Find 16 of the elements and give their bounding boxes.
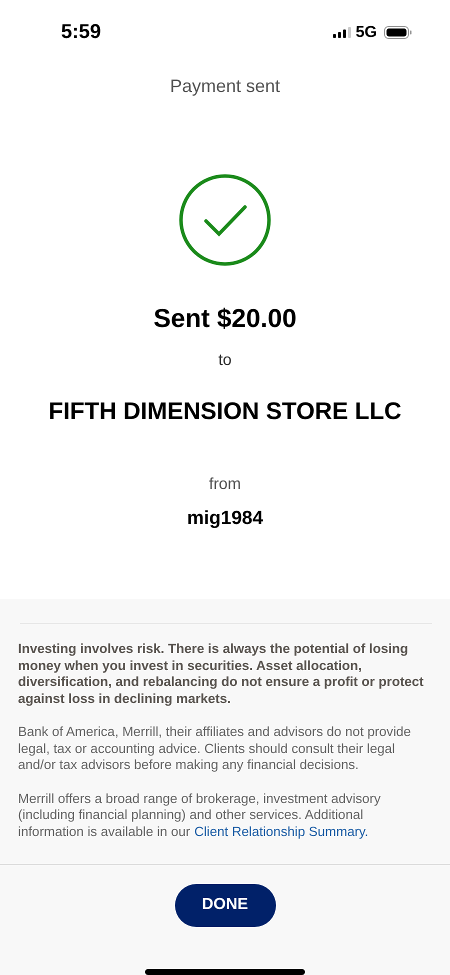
disclosure-text: Bank of America, Merrill, their affiliates and advisors do not provide legal, tax or accounting advice. Clients should consult their legal and/or tax advisors before making any financial decisions. — [18, 724, 412, 774]
summary-link[interactable]: Client Relationship Summary. — [194, 824, 368, 839]
disclosure-text: Investing involves risk. There is always the potential of losing money when you invest in securities. Asset allocation, diversification, and rebalancing do not ensure a profit or protect against loss in declining markets. — [18, 641, 425, 708]
from-label: from — [209, 476, 241, 494]
disclosure-text: Merrill offers a broad range of brokerage, investment advisory (including financial planning) and other services. Additional information is available in our Client Relationship Summary. — [18, 790, 382, 840]
amount-sent: Sent $20.00 — [153, 302, 297, 334]
recipient-name: FIFTH DIMENSION STORE LLC — [48, 398, 402, 426]
network-label: 5G — [356, 24, 377, 42]
status-time: 5:59 — [61, 21, 102, 44]
battery-icon — [384, 26, 412, 40]
done-button[interactable]: DONE — [174, 884, 276, 927]
signal-icon — [332, 27, 351, 38]
sender-account: mig1984 — [186, 508, 264, 530]
to-label: to — [218, 352, 232, 370]
success-check-icon — [179, 174, 271, 266]
page-title: Payment sent — [168, 76, 282, 97]
